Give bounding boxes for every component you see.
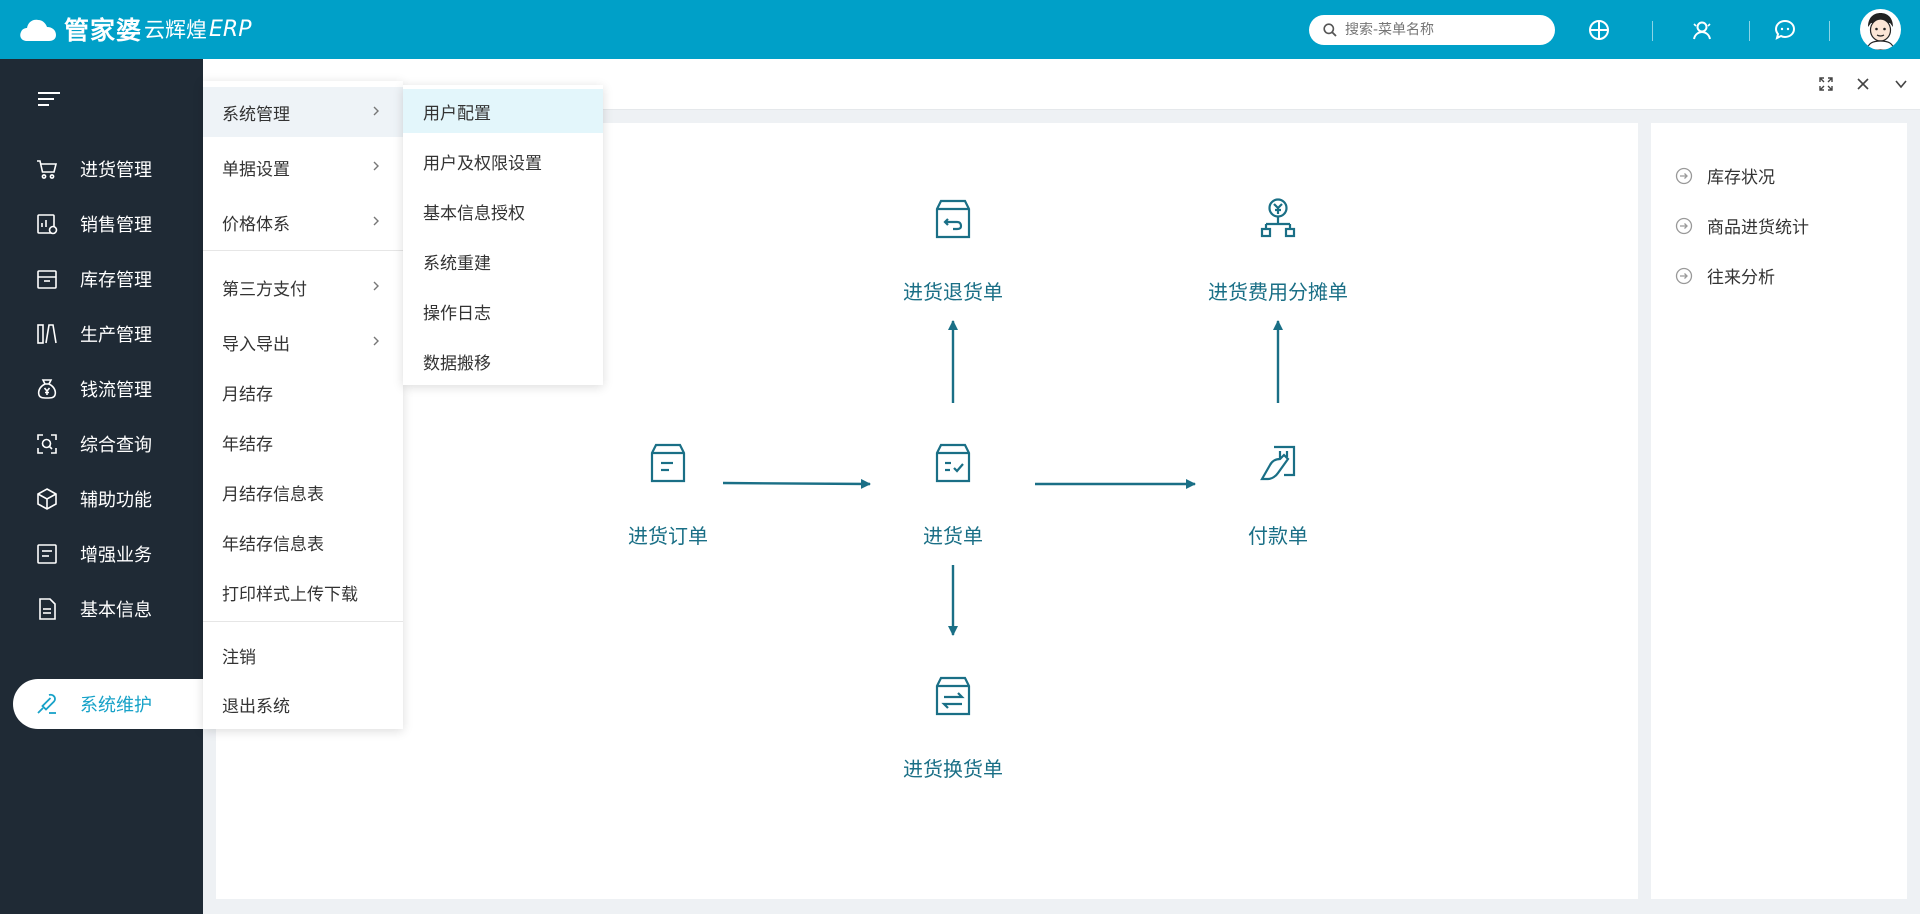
menu-item-yearly-close-report[interactable]: 年结存信息表 (203, 517, 403, 567)
sidebar-item-enhanced[interactable]: 增强业务 (0, 526, 203, 581)
brand-name: 管家婆 (64, 16, 143, 45)
sidebar-item-production[interactable]: 生产管理 (0, 306, 203, 361)
money-bag-icon (34, 376, 60, 402)
exchange-box-icon (935, 676, 971, 716)
arrow-order-to-purchase (722, 478, 871, 489)
cart-icon (34, 156, 60, 182)
chat-icon[interactable] (1772, 17, 1798, 43)
sidebar-item-sales[interactable]: 销售管理 (0, 196, 203, 251)
purchase-box-icon (935, 443, 971, 483)
arrow-circle-icon (1675, 267, 1693, 284)
flow-node-purchase[interactable]: 进货单 (883, 439, 1023, 549)
app-logo[interactable]: 管家婆 云辉煌 ERP (18, 12, 251, 46)
submenu-item-data-migration[interactable]: 数据搬移 (403, 339, 603, 383)
order-box-icon (650, 443, 686, 483)
return-box-icon (935, 199, 971, 239)
sidebar-item-label: 辅助功能 (80, 489, 152, 511)
menu-item-third-party-payment[interactable]: 第三方支付 (203, 262, 403, 312)
menu-item-exit-system[interactable]: 退出系统 (203, 679, 403, 729)
menu-item-document-settings[interactable]: 单据设置 (203, 142, 403, 192)
search-icon (1323, 23, 1337, 37)
menu-item-price-system[interactable]: 价格体系 (203, 197, 403, 247)
submenu-item-operation-log[interactable]: 操作日志 (403, 289, 603, 333)
sidebar-item-inventory[interactable]: 库存管理 (0, 251, 203, 306)
sales-icon (34, 211, 60, 237)
sidebar-item-label: 钱流管理 (80, 379, 152, 401)
sidebar-item-auxiliary[interactable]: 辅助功能 (0, 471, 203, 526)
cube-icon (34, 486, 60, 512)
arrow-circle-icon (1675, 167, 1693, 184)
chevron-right-icon (373, 216, 379, 226)
sidebar-item-label: 系统维护 (80, 695, 152, 716)
menu-divider (203, 621, 403, 622)
header-divider (1749, 21, 1750, 41)
inventory-icon (34, 266, 60, 292)
submenu-item-basic-info-auth[interactable]: 基本信息授权 (403, 189, 603, 233)
sidebar-item-basic-info[interactable]: 基本信息 (0, 581, 203, 636)
menu-toggle-icon[interactable] (38, 91, 60, 107)
header-divider (1829, 21, 1830, 41)
flow-node-purchase-exchange[interactable]: 进货换货单 (883, 672, 1023, 782)
chevron-right-icon (373, 106, 379, 116)
top-bar: 管家婆 云辉煌 ERP (0, 0, 1920, 59)
report-link[interactable]: 往来分析 (1675, 263, 1775, 288)
service-icon[interactable] (1689, 17, 1715, 43)
brand-erp: ERP (209, 16, 252, 42)
submenu-item-user-permissions[interactable]: 用户及权限设置 (403, 139, 603, 183)
report-link[interactable]: 库存状况 (1675, 163, 1775, 188)
report-link[interactable]: 商品进货统计 (1675, 213, 1809, 238)
sidebar-item-label: 基本信息 (80, 599, 152, 621)
sidebar-item-label: 库存管理 (80, 269, 152, 291)
system-maintenance-menu: 系统管理 单据设置 价格体系 第三方支付 导入导出 月结存 年结存 月结存信息表… (203, 81, 403, 729)
menu-item-logout[interactable]: 注销 (203, 630, 403, 680)
query-icon (34, 431, 60, 457)
sidebar-item-label: 增强业务 (80, 544, 152, 566)
flow-node-cost-allocation[interactable]: 进货费用分摊单 (1193, 195, 1363, 305)
payment-icon (1260, 445, 1296, 481)
menu-item-monthly-close-report[interactable]: 月结存信息表 (203, 467, 403, 517)
submenu-item-user-config[interactable]: 用户配置 (403, 89, 603, 133)
close-icon[interactable] (1853, 74, 1873, 94)
menu-item-yearly-close[interactable]: 年结存 (203, 417, 403, 467)
cost-allocation-icon (1260, 198, 1296, 238)
chevron-right-icon (373, 336, 379, 346)
system-management-submenu: 用户配置 用户及权限设置 基本信息授权 系统重建 操作日志 数据搬移 (403, 85, 603, 385)
chevron-right-icon (373, 281, 379, 291)
flow-node-payment[interactable]: 付款单 (1208, 439, 1348, 549)
chevron-right-icon (373, 161, 379, 171)
sidebar-item-label: 生产管理 (80, 324, 152, 346)
menu-item-print-style-upload[interactable]: 打印样式上传下载 (203, 567, 403, 617)
sidebar-item-query[interactable]: 综合查询 (0, 416, 203, 471)
avatar[interactable] (1860, 9, 1901, 50)
submenu-item-system-rebuild[interactable]: 系统重建 (403, 239, 603, 283)
brand-sub: 云辉煌 (144, 18, 208, 42)
sidebar-item-label: 销售管理 (80, 214, 152, 236)
grid-icon[interactable] (1586, 17, 1612, 43)
menu-divider (203, 250, 403, 251)
menu-item-monthly-close[interactable]: 月结存 (203, 367, 403, 417)
wrench-icon (34, 691, 60, 717)
fullscreen-icon[interactable] (1816, 74, 1836, 94)
sidebar-item-system-maintenance[interactable]: 系统维护 (13, 679, 213, 729)
menu-item-import-export[interactable]: 导入导出 (203, 317, 403, 367)
flow-node-purchase-return[interactable]: 进货退货单 (883, 195, 1023, 305)
arrow-circle-icon (1675, 217, 1693, 234)
list-icon (34, 541, 60, 567)
header-divider (1652, 21, 1653, 41)
production-icon (34, 321, 60, 347)
sidebar: 进货管理 销售管理 库存管理 生产管理 钱流管理 综合查询 辅助功能 增强业务 … (0, 59, 213, 914)
search-input[interactable] (1345, 22, 1545, 38)
cloud-logo-icon (20, 19, 56, 41)
flow-node-purchase-order[interactable]: 进货订单 (598, 439, 738, 549)
reports-panel: 库存状况 商品进货统计 往来分析 (1651, 123, 1907, 899)
document-icon (34, 596, 60, 622)
sidebar-item-purchase[interactable]: 进货管理 (0, 141, 203, 196)
search-box[interactable] (1309, 15, 1555, 45)
sidebar-item-label: 综合查询 (80, 434, 152, 456)
sidebar-item-label: 进货管理 (80, 159, 152, 181)
sidebar-item-cashflow[interactable]: 钱流管理 (0, 361, 203, 416)
menu-item-system-management[interactable]: 系统管理 (203, 87, 403, 137)
chevron-down-icon[interactable] (1891, 74, 1911, 94)
